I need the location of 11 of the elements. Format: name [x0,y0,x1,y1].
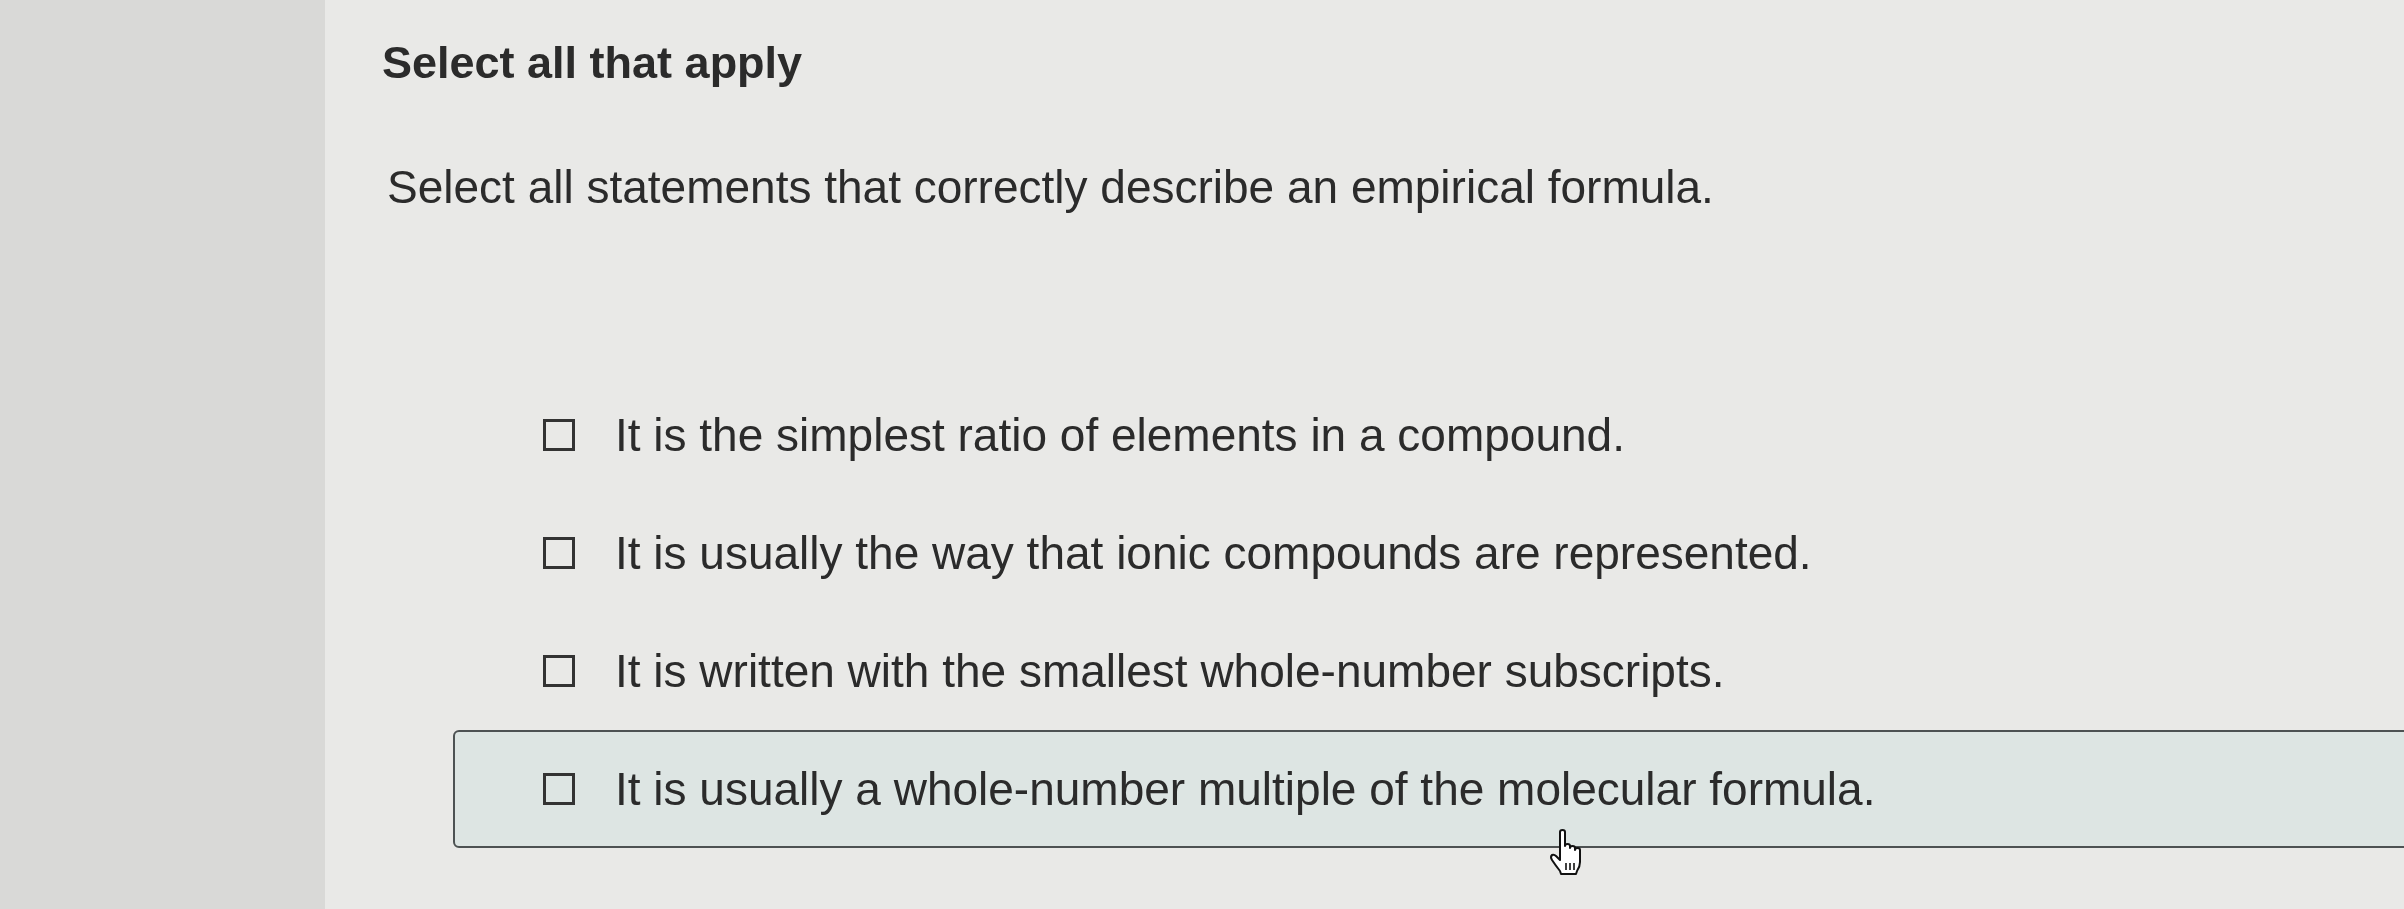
checkbox[interactable] [543,773,575,806]
answer-option[interactable]: It is written with the smallest whole-number subscripts. [543,643,1725,699]
answer-option[interactable]: It is usually the way that ionic compounds are represented. [543,525,1812,581]
answer-option[interactable]: It is usually a whole-number multiple of the molecular formula. [453,730,2404,849]
question-text: Select all statements that correctly describe an empirical formula. [387,160,1714,215]
checkbox[interactable] [543,655,575,688]
answer-option[interactable]: It is the simplest ratio of elements in a compound. [543,407,1625,463]
hand-cursor-icon [1548,829,1584,876]
checkbox[interactable] [543,419,575,452]
instructions-heading: Select all that apply [382,36,803,90]
checkbox[interactable] [543,537,575,570]
